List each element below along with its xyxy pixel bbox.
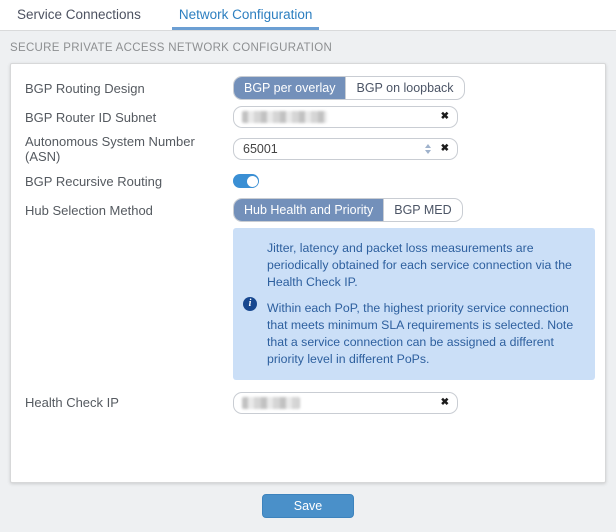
form-row-bgp-recursive-routing: BGP Recursive Routing	[25, 170, 591, 192]
segment-hub-health-and-priority[interactable]: Hub Health and Priority	[234, 199, 384, 221]
tab-network-configuration[interactable]: Network Configuration	[171, 0, 320, 30]
segment-bgp-per-overlay[interactable]: BGP per overlay	[234, 77, 346, 99]
form-row-health-check-ip: Health Check IP ✖	[25, 391, 591, 414]
tab-bar: Service Connections Network Configuratio…	[0, 0, 616, 31]
bgp-router-id-subnet-label: BGP Router ID Subnet	[25, 109, 157, 125]
clear-icon[interactable]: ✖	[441, 112, 449, 122]
info-paragraph: Within each PoP, the highest priority se…	[267, 300, 574, 366]
info-paragraph: Jitter, latency and packet loss measurem…	[267, 241, 572, 289]
clear-icon[interactable]: ✖	[441, 144, 449, 154]
bgp-recursive-routing-label: BGP Recursive Routing	[25, 173, 163, 189]
health-check-ip-input[interactable]: ✖	[233, 391, 458, 414]
segment-bgp-med[interactable]: BGP MED	[383, 199, 461, 221]
asn-label: Autonomous System Number (ASN)	[25, 134, 195, 164]
network-configuration-card: BGP Routing Design BGP per overlay BGP o…	[10, 63, 606, 483]
redacted-value	[242, 111, 327, 123]
hub-selection-method-label: Hub Selection Method	[25, 202, 153, 218]
bgp-routing-design-segmented: BGP per overlay BGP on loopback	[233, 76, 465, 100]
save-button[interactable]: Save	[262, 494, 354, 518]
form-row-bgp-router-id-subnet: BGP Router ID Subnet ✖	[25, 106, 591, 128]
bgp-routing-design-label: BGP Routing Design	[25, 80, 145, 96]
info-note: i Jitter, latency and packet loss measur…	[233, 228, 595, 380]
info-icon: i	[243, 296, 257, 311]
section-title: SECURE PRIVATE ACCESS NETWORK CONFIGURAT…	[10, 42, 333, 54]
toggle-knob	[246, 175, 258, 187]
bgp-router-id-subnet-input[interactable]: ✖	[233, 106, 458, 128]
footer: Save	[0, 494, 616, 518]
health-check-ip-label: Health Check IP	[25, 395, 119, 411]
form-row-hub-selection-method: Hub Selection Method Hub Health and Prio…	[25, 198, 591, 222]
spinner-up-icon[interactable]	[425, 144, 431, 148]
clear-icon[interactable]: ✖	[441, 397, 449, 408]
redacted-value	[242, 396, 300, 409]
form-row-bgp-routing-design: BGP Routing Design BGP per overlay BGP o…	[25, 76, 591, 100]
info-note-text: Jitter, latency and packet loss measurem…	[267, 240, 581, 368]
spinner-down-icon[interactable]	[425, 150, 431, 154]
form-row-asn: Autonomous System Number (ASN) ✖	[25, 134, 591, 164]
asn-spinner[interactable]	[425, 144, 431, 154]
asn-input[interactable]: ✖	[233, 138, 458, 160]
hub-selection-method-segmented: Hub Health and Priority BGP MED	[233, 198, 463, 222]
tab-service-connections[interactable]: Service Connections	[10, 0, 148, 30]
segment-bgp-on-loopback[interactable]: BGP on loopback	[345, 77, 463, 99]
bgp-recursive-routing-toggle[interactable]	[233, 174, 259, 188]
